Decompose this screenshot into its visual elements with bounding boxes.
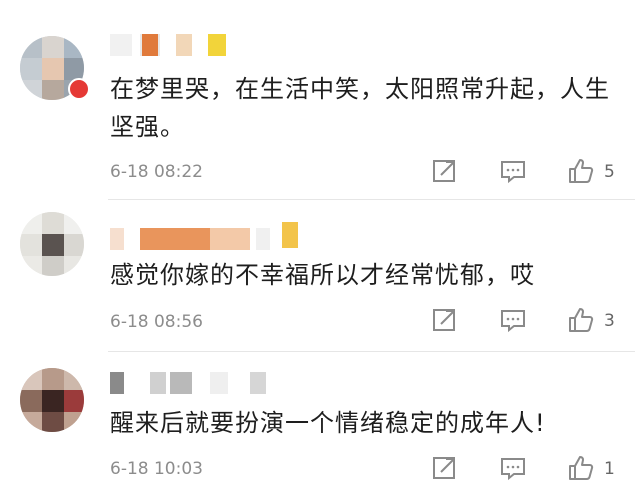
like-count: 5 [604,162,615,182]
comment-text: 感觉你嫁的不幸福所以才经常忧郁，哎 [110,261,535,289]
thumbs-up-icon[interactable] [568,307,594,333]
share-icon[interactable] [432,307,458,333]
comment-item: 在梦里哭，在生活中笑，太阳照常升起，人生坚强。 6-18 08:22 5 [0,0,635,200]
comment-item: 感觉你嫁的不幸福所以才经常忧郁，哎 6-18 08:56 3 [0,200,635,352]
comment-text: 在梦里哭，在生活中笑，太阳照常升起，人生坚强。 [110,75,610,141]
comment-text: 醒来后就要扮演一个情绪稳定的成年人! [110,409,546,437]
comment-item: 醒来后就要扮演一个情绪稳定的成年人! 6-18 10:03 1 [0,352,635,481]
thumbs-up-icon[interactable] [568,158,594,184]
username-redacted[interactable] [110,222,300,250]
like-count: 3 [604,311,615,331]
like-count: 1 [604,459,615,479]
comment-time: 6-18 08:22 [110,162,203,182]
avatar[interactable] [20,212,84,276]
share-icon[interactable] [432,455,458,481]
verified-badge-icon [68,78,90,100]
comment-icon[interactable] [500,455,526,481]
thumbs-up-icon[interactable] [568,455,594,481]
comment-time: 6-18 08:56 [110,312,203,332]
comment-time: 6-18 10:03 [110,459,203,479]
username-redacted[interactable] [110,34,240,56]
comment-icon[interactable] [500,307,526,333]
share-icon[interactable] [432,158,458,184]
avatar[interactable] [20,368,84,432]
username-redacted[interactable] [110,372,270,394]
comment-icon[interactable] [500,158,526,184]
